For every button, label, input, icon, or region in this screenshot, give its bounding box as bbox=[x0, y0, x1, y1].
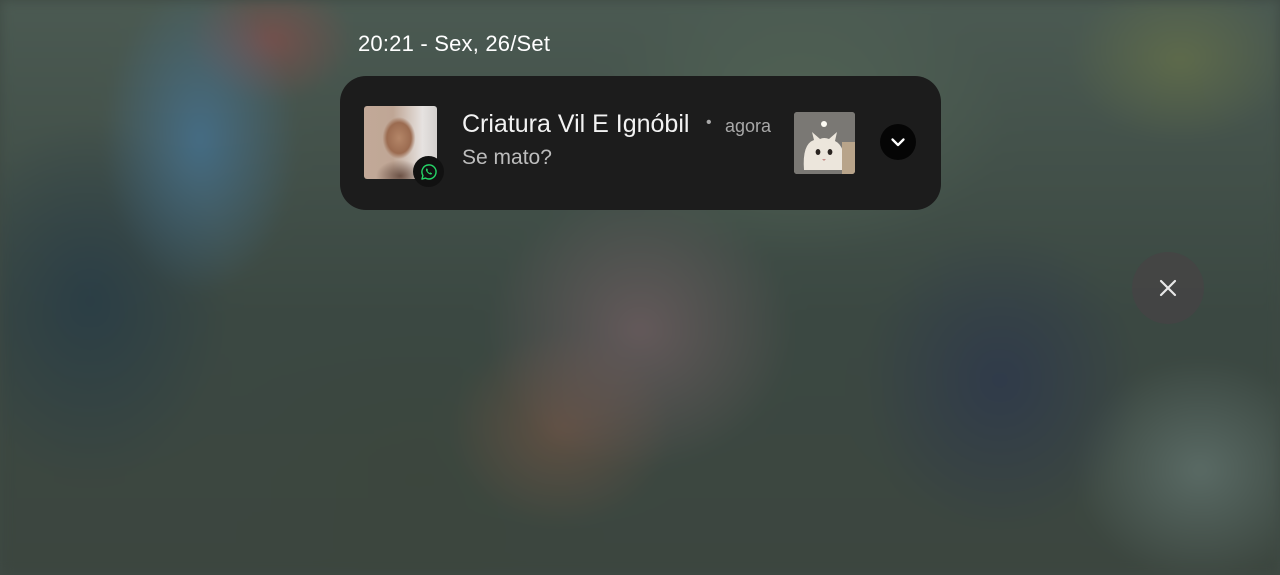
chevron-down-icon bbox=[891, 138, 905, 147]
cat-photo-thumbnail bbox=[794, 112, 855, 174]
status-clock: 20:21 - Sex, 26/Set bbox=[358, 31, 551, 56]
separator-dot: • bbox=[706, 114, 712, 131]
close-icon bbox=[1159, 279, 1177, 297]
sender-name: Criatura Vil E Ignóbil bbox=[462, 110, 690, 138]
dismiss-all-button[interactable] bbox=[1132, 252, 1204, 324]
whatsapp-icon bbox=[413, 156, 444, 187]
notification-time: agora bbox=[725, 116, 772, 136]
whatsapp-notification-card[interactable]: Criatura Vil E Ignóbil • agora Se mato? bbox=[340, 76, 941, 210]
message-preview: Se mato? bbox=[462, 146, 552, 169]
expand-button[interactable] bbox=[880, 124, 916, 160]
